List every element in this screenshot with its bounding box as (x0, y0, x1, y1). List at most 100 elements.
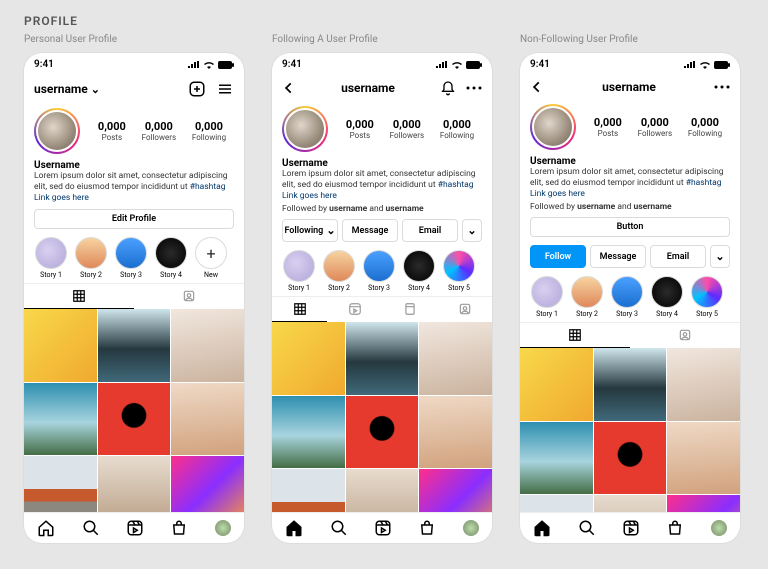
post-thumb[interactable] (667, 348, 740, 421)
post-thumb[interactable] (520, 495, 593, 512)
post-thumb[interactable] (24, 456, 97, 512)
post-thumb[interactable] (667, 495, 740, 512)
search-icon[interactable] (578, 519, 596, 537)
post-thumb[interactable] (520, 348, 593, 421)
tab-reels[interactable] (327, 297, 382, 322)
bio-link[interactable]: Link goes here (282, 191, 482, 201)
nav-profile-avatar[interactable] (711, 520, 727, 536)
home-icon[interactable] (37, 519, 55, 537)
post-thumb[interactable] (594, 495, 667, 512)
bio-link[interactable]: Link goes here (530, 189, 730, 199)
post-thumb[interactable] (419, 469, 492, 512)
post-thumb[interactable] (667, 422, 740, 495)
post-thumb[interactable] (171, 456, 244, 512)
stat-following[interactable]: 0,000Following (688, 116, 722, 138)
reels-icon[interactable] (126, 519, 144, 537)
stat-posts[interactable]: 0,000Posts (98, 120, 126, 142)
tab-grid[interactable] (24, 284, 134, 309)
post-thumb[interactable] (419, 322, 492, 395)
email-button[interactable]: Email (402, 219, 458, 242)
post-thumb[interactable] (24, 383, 97, 456)
home-icon[interactable] (285, 519, 303, 537)
post-thumb[interactable] (171, 383, 244, 456)
story-3[interactable]: Story 3 (610, 276, 644, 318)
story-5[interactable]: Story 5 (690, 276, 724, 318)
story-1[interactable]: Story 1 (530, 276, 564, 318)
back-icon[interactable] (530, 80, 544, 94)
stat-followers[interactable]: 0,000Followers (142, 120, 176, 142)
stat-posts[interactable]: 0,000Posts (594, 116, 622, 138)
tab-tagged[interactable] (134, 284, 244, 309)
generic-button[interactable]: Button (530, 217, 730, 237)
post-thumb[interactable] (594, 422, 667, 495)
home-icon[interactable] (533, 519, 551, 537)
story-4[interactable]: Story 4 (650, 276, 684, 318)
story-4[interactable]: Story 4 (402, 250, 436, 292)
post-thumb[interactable] (98, 383, 171, 456)
story-2[interactable]: Story 2 (322, 250, 356, 292)
story-new[interactable]: +New (194, 237, 228, 279)
story-2[interactable]: Story 2 (74, 237, 108, 279)
hashtag-link[interactable]: #hashtag (190, 182, 226, 192)
stat-following[interactable]: 0,000Following (192, 120, 226, 142)
tab-tagged[interactable] (437, 297, 492, 322)
tab-tagged[interactable] (630, 323, 740, 348)
create-icon[interactable] (188, 80, 206, 98)
bell-icon[interactable] (440, 80, 456, 96)
username-dropdown[interactable]: username ⌄ (34, 82, 100, 96)
shop-icon[interactable] (666, 519, 684, 537)
post-thumb[interactable] (346, 469, 419, 512)
search-icon[interactable] (330, 519, 348, 537)
menu-icon[interactable] (216, 80, 234, 98)
story-1[interactable]: Story 1 (34, 237, 68, 279)
post-thumb[interactable] (98, 456, 171, 512)
hashtag-link[interactable]: #hashtag (438, 180, 474, 190)
shop-icon[interactable] (170, 519, 188, 537)
message-button[interactable]: Message (342, 219, 398, 242)
email-button[interactable]: Email (650, 245, 706, 268)
edit-profile-button[interactable]: Edit Profile (34, 209, 234, 229)
follow-button[interactable]: Follow (530, 245, 586, 268)
suggestions-button[interactable]: ⌄ (462, 219, 482, 242)
reels-icon[interactable] (622, 519, 640, 537)
post-thumb[interactable] (272, 322, 345, 395)
nav-profile-avatar[interactable] (215, 520, 231, 536)
avatar-ring[interactable] (530, 104, 576, 150)
tab-guides[interactable] (382, 297, 437, 322)
post-thumb[interactable] (594, 348, 667, 421)
post-thumb[interactable] (272, 469, 345, 512)
bio-link[interactable]: Link goes here (34, 193, 234, 203)
nav-profile-avatar[interactable] (463, 520, 479, 536)
back-icon[interactable] (282, 81, 296, 95)
story-3[interactable]: Story 3 (362, 250, 396, 292)
stat-followers[interactable]: 0,000Followers (390, 118, 424, 140)
hashtag-link[interactable]: #hashtag (686, 178, 722, 188)
tab-grid[interactable] (272, 297, 327, 322)
post-thumb[interactable] (24, 309, 97, 382)
avatar-ring[interactable] (282, 106, 328, 152)
post-thumb[interactable] (346, 322, 419, 395)
avatar-ring[interactable] (34, 108, 80, 154)
stat-posts[interactable]: 0,000Posts (346, 118, 374, 140)
post-thumb[interactable] (171, 309, 244, 382)
story-5[interactable]: Story 5 (442, 250, 476, 292)
shop-icon[interactable] (418, 519, 436, 537)
followed-by[interactable]: Followed by username and username (272, 203, 492, 215)
post-thumb[interactable] (419, 396, 492, 469)
story-3[interactable]: Story 3 (114, 237, 148, 279)
post-thumb[interactable] (346, 396, 419, 469)
post-thumb[interactable] (98, 309, 171, 382)
search-icon[interactable] (82, 519, 100, 537)
post-thumb[interactable] (272, 396, 345, 469)
story-4[interactable]: Story 4 (154, 237, 188, 279)
post-thumb[interactable] (520, 422, 593, 495)
suggestions-button[interactable]: ⌄ (710, 245, 730, 268)
message-button[interactable]: Message (590, 245, 646, 268)
stat-following[interactable]: 0,000Following (440, 118, 474, 140)
stat-followers[interactable]: 0,000Followers (638, 116, 672, 138)
more-icon[interactable] (466, 86, 482, 90)
reels-icon[interactable] (374, 519, 392, 537)
tab-grid[interactable] (520, 323, 630, 348)
more-icon[interactable] (714, 85, 730, 89)
story-2[interactable]: Story 2 (570, 276, 604, 318)
